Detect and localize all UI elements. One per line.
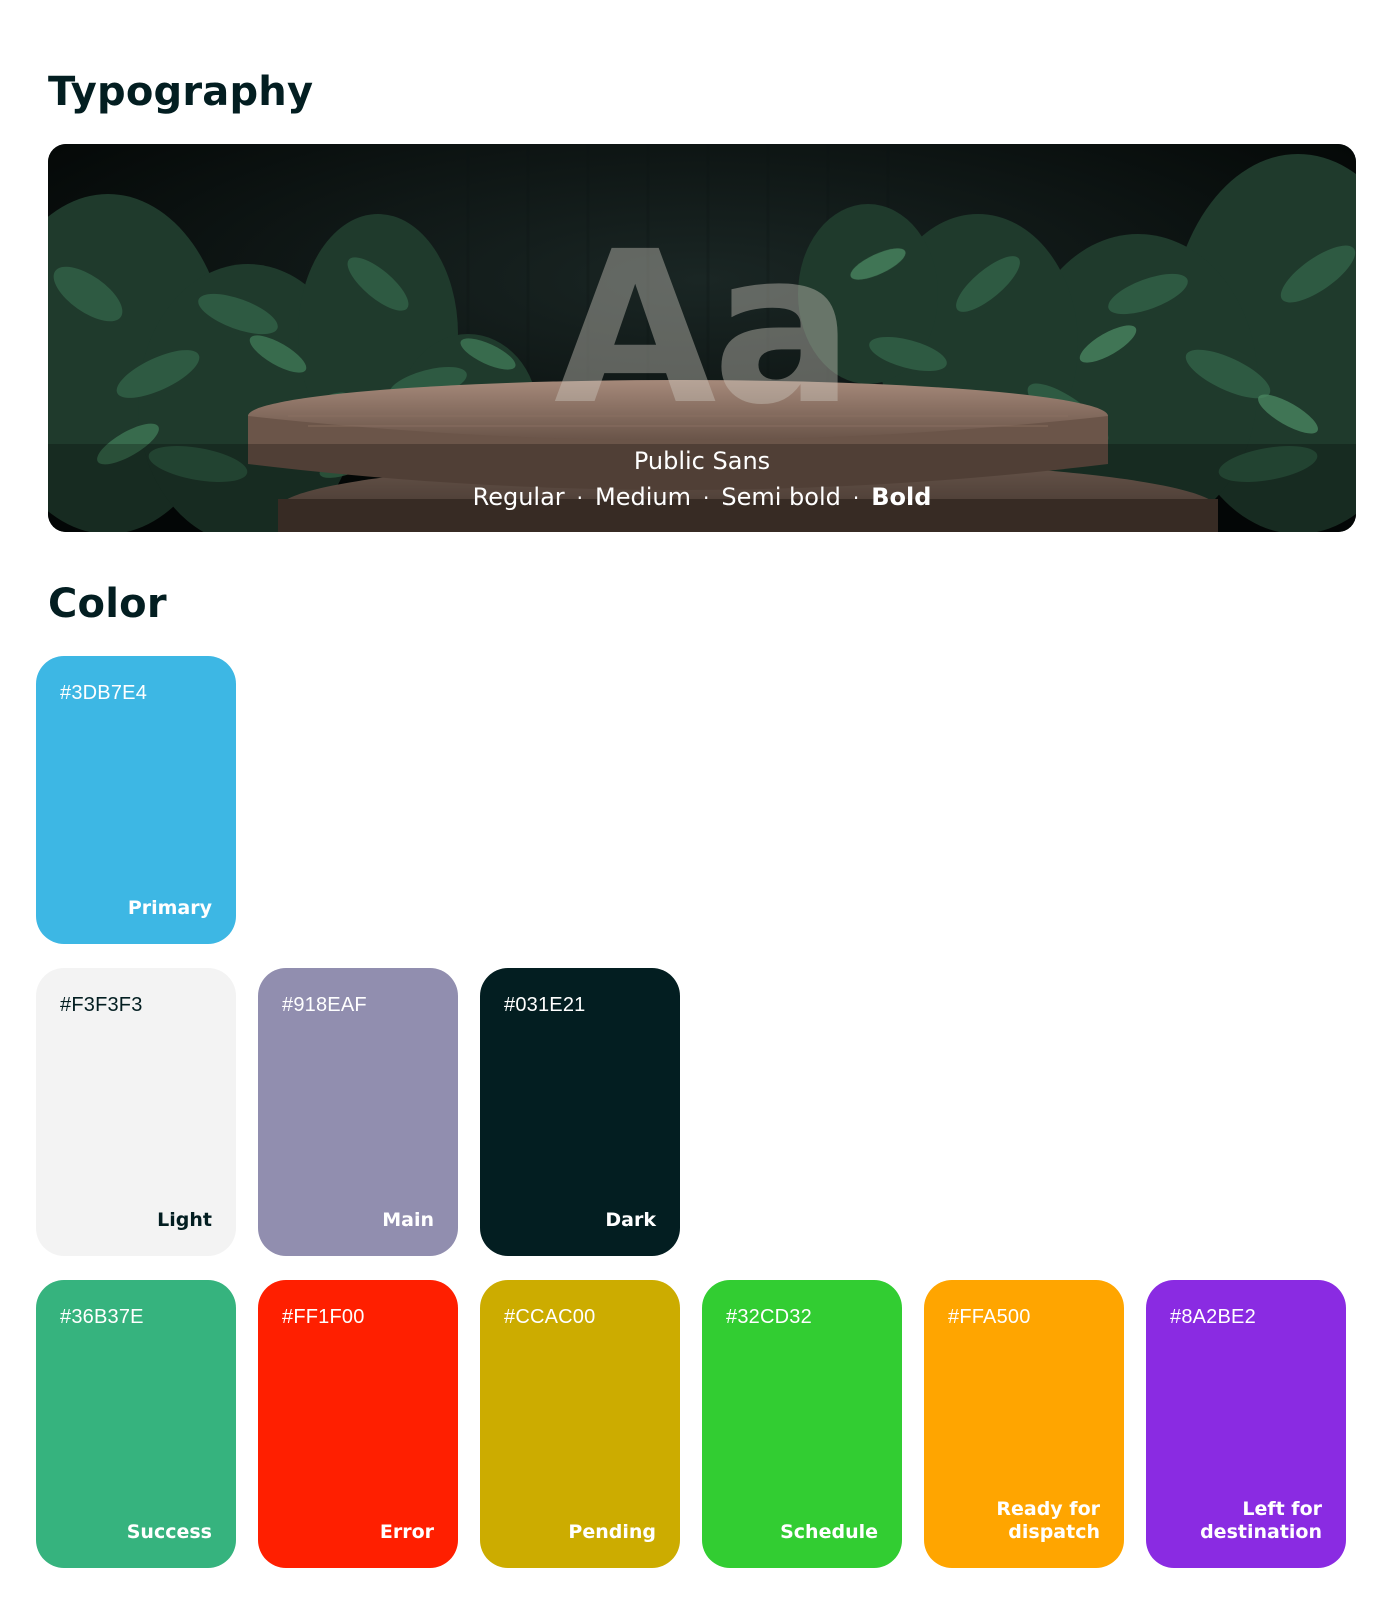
swatch-name: Primary bbox=[127, 897, 212, 919]
swatch-name: Main bbox=[382, 1209, 434, 1231]
weight-separator: · bbox=[702, 486, 710, 510]
weight-semi-bold: Semi bold bbox=[721, 483, 841, 511]
swatch-hex: #FFA500 bbox=[948, 1306, 1031, 1328]
swatch-schedule: #32CD32 Schedule bbox=[702, 1280, 902, 1568]
weight-regular: Regular bbox=[472, 483, 565, 511]
swatch-left-for-destination: #8A2BE2 Left for destination bbox=[1146, 1280, 1346, 1568]
swatch-light: #F3F3F3 Light bbox=[36, 968, 236, 1256]
weight-medium: Medium bbox=[595, 483, 691, 511]
swatch-hex: #FF1F00 bbox=[282, 1306, 365, 1328]
swatch-name: Ready for dispatch bbox=[996, 1498, 1100, 1543]
swatch-main: #918EAF Main bbox=[258, 968, 458, 1256]
weight-separator: · bbox=[576, 486, 584, 510]
swatch-hex: #918EAF bbox=[282, 994, 367, 1016]
swatch-hex: #031E21 bbox=[504, 994, 586, 1016]
swatch-name: Error bbox=[379, 1521, 434, 1543]
color-section-title: Color bbox=[48, 581, 167, 627]
swatch-name: Schedule bbox=[780, 1521, 878, 1543]
swatch-hex: #3DB7E4 bbox=[60, 682, 148, 704]
swatch-hex: #8A2BE2 bbox=[1170, 1306, 1256, 1328]
swatch-hex: #CCAC00 bbox=[504, 1306, 596, 1328]
weight-bold: Bold bbox=[871, 483, 932, 511]
typography-banner: Aa Public Sans Regular · Medium · Semi bold ·… bbox=[48, 144, 1356, 532]
swatch-hex: #36B37E bbox=[60, 1306, 144, 1328]
swatch-name: Pending bbox=[568, 1521, 656, 1543]
swatch-success: #36B37E Success bbox=[36, 1280, 236, 1568]
swatch-name: Left for destination bbox=[1200, 1498, 1322, 1543]
typography-section-title: Typography bbox=[48, 69, 314, 115]
swatch-error: #FF1F00 Error bbox=[258, 1280, 458, 1568]
swatch-name: Dark bbox=[605, 1209, 656, 1231]
swatch-name: Success bbox=[126, 1521, 212, 1543]
swatch-hex: #F3F3F3 bbox=[60, 994, 143, 1016]
swatch-name: Light bbox=[157, 1209, 212, 1231]
swatch-hex: #32CD32 bbox=[726, 1306, 812, 1328]
swatch-pending: #CCAC00 Pending bbox=[480, 1280, 680, 1568]
swatch-dark: #031E21 Dark bbox=[480, 968, 680, 1256]
swatch-ready-for-dispatch: #FFA500 Ready for dispatch bbox=[924, 1280, 1124, 1568]
typeface-specimen: Aa bbox=[553, 206, 854, 451]
weight-separator: · bbox=[852, 486, 860, 510]
font-name: Public Sans bbox=[633, 447, 771, 475]
swatch-primary: #3DB7E4 Primary bbox=[36, 656, 236, 944]
font-weights-list: Regular · Medium · Semi bold · Bold bbox=[48, 482, 1356, 513]
